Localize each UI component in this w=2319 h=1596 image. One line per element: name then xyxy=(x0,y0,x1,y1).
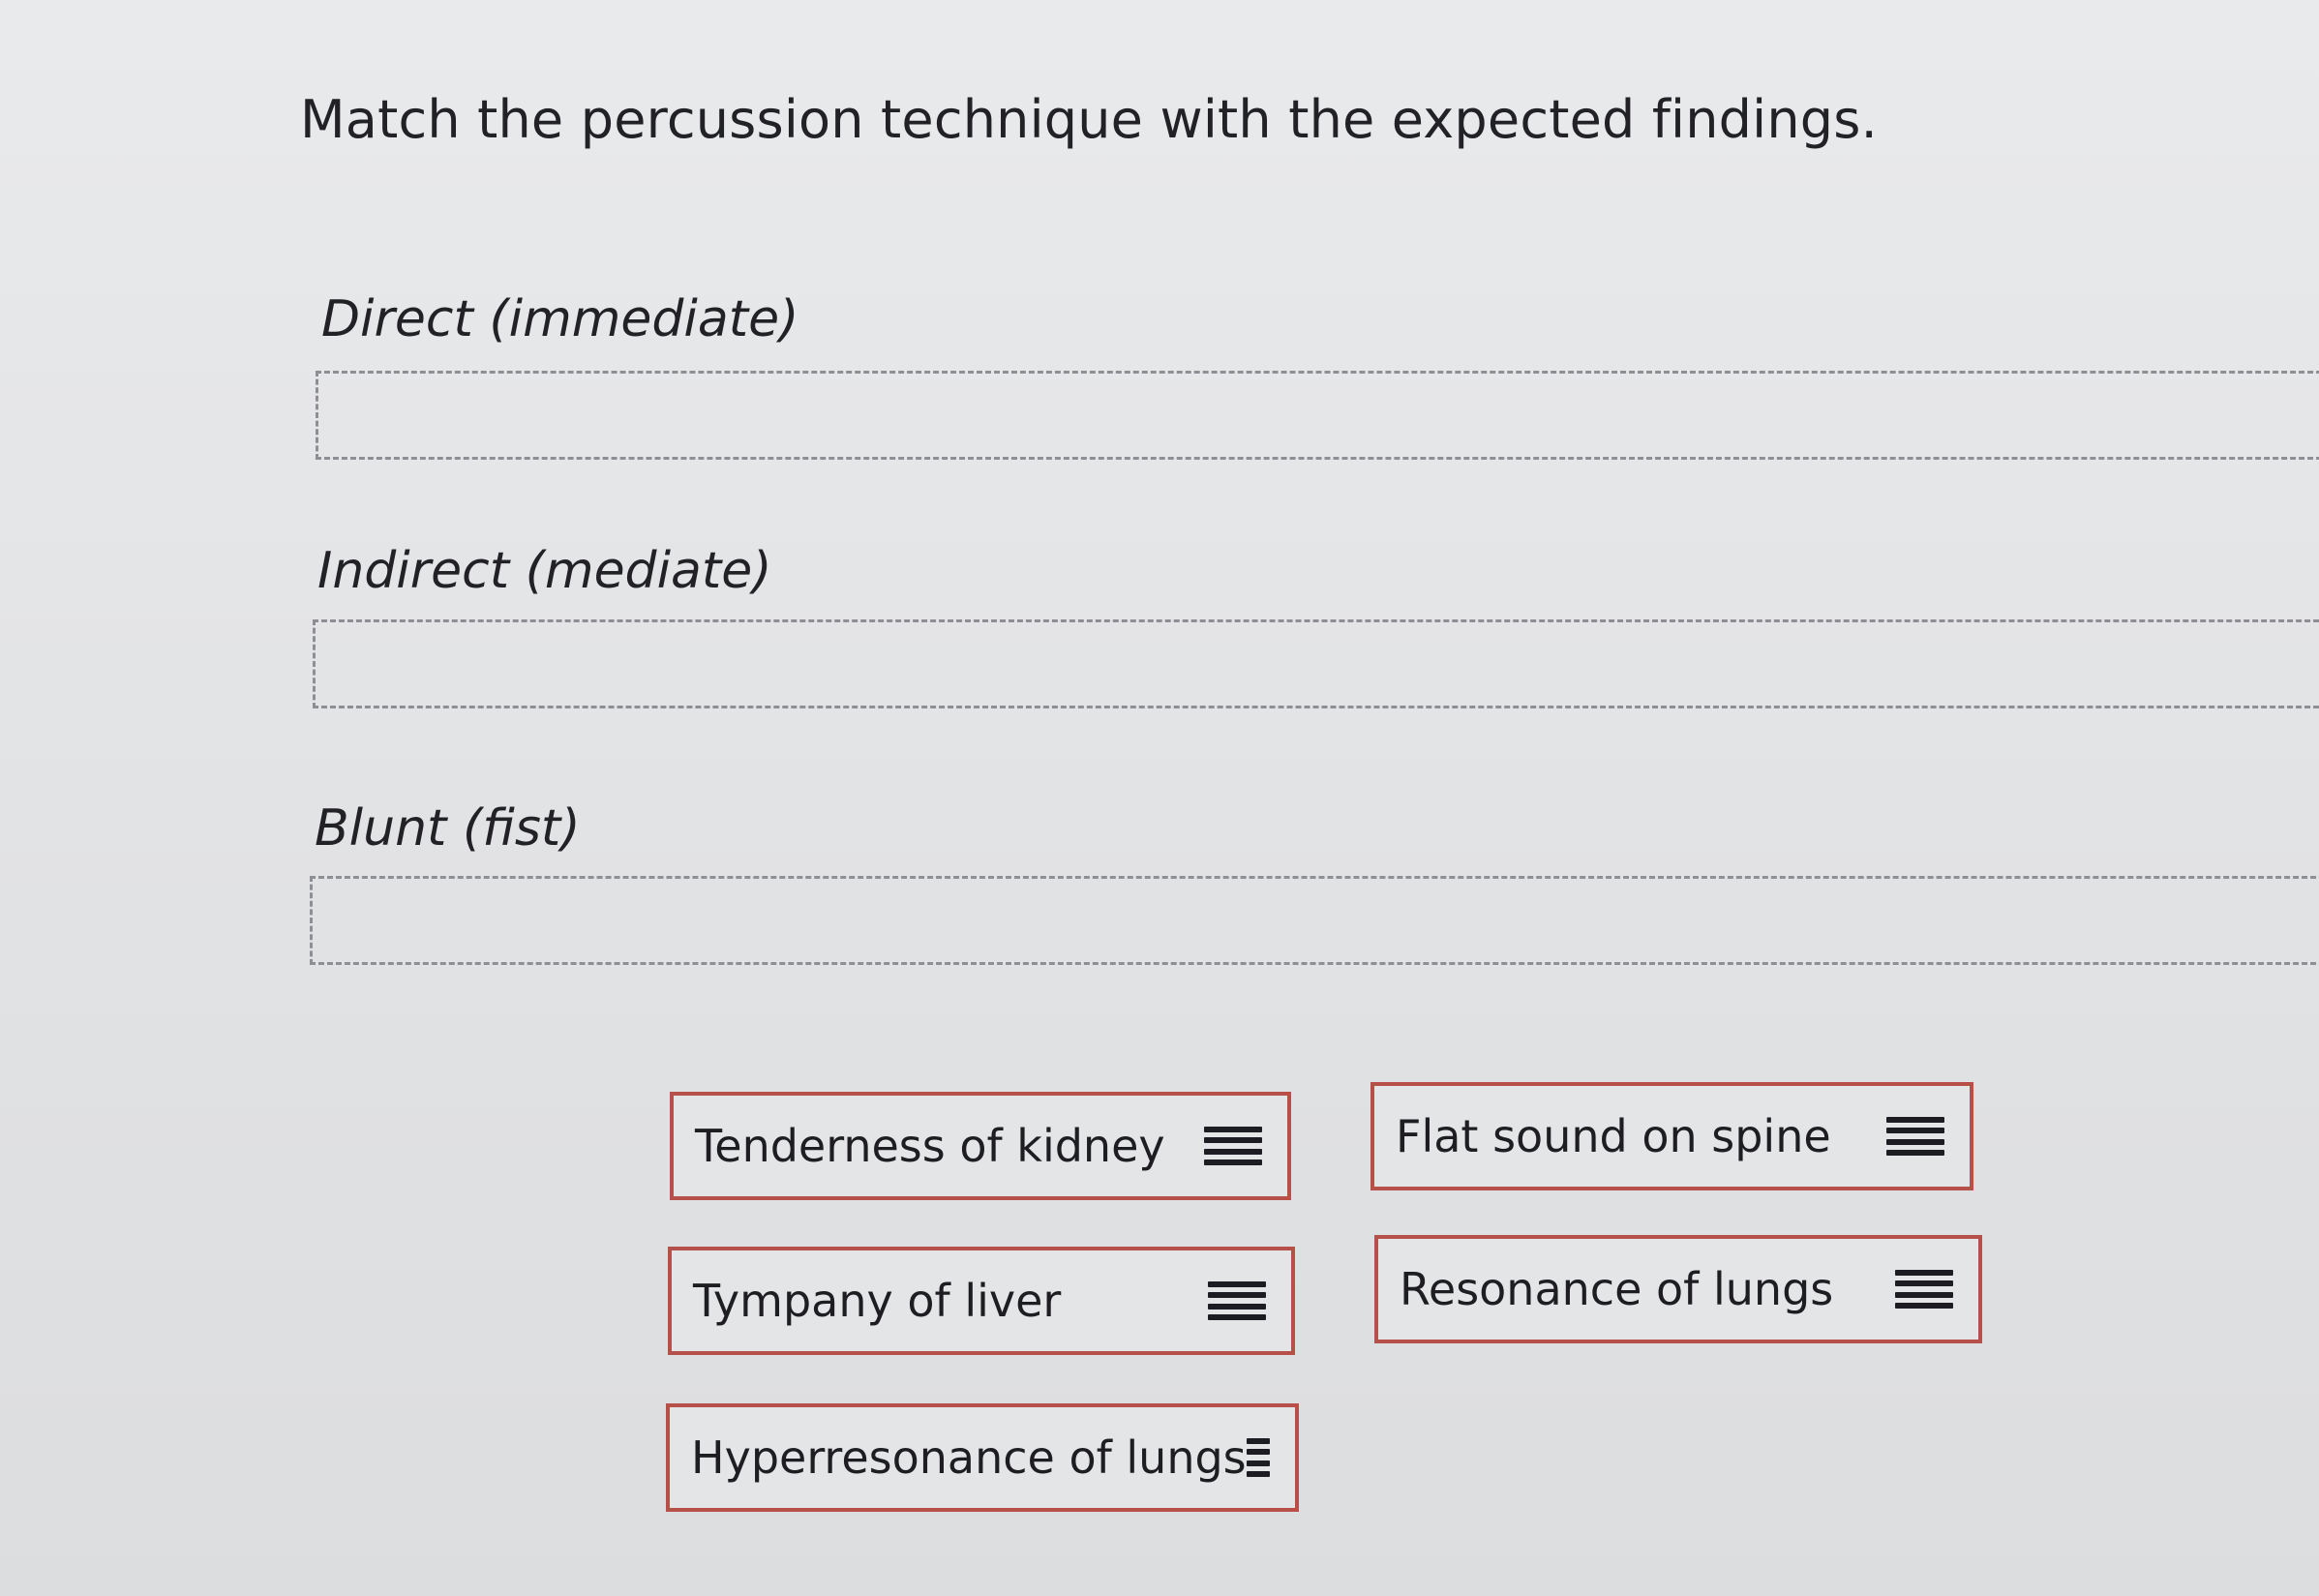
target-label-indirect: Indirect (mediate) xyxy=(317,542,772,600)
drag-handle-icon[interactable] xyxy=(1886,1117,1944,1156)
drag-handle-icon[interactable] xyxy=(1208,1281,1266,1320)
option-label: Hyperresonance of lungs xyxy=(691,1431,1247,1484)
option-card-hyperresonance-of-lungs[interactable]: Hyperresonance of lungs xyxy=(666,1403,1299,1512)
option-label: Tenderness of kidney xyxy=(695,1120,1165,1172)
question-text: Match the percussion technique with the … xyxy=(300,89,1878,150)
option-card-resonance-of-lungs[interactable]: Resonance of lungs xyxy=(1374,1235,1982,1343)
matching-question-page: Match the percussion technique with the … xyxy=(0,0,2319,1596)
option-label: Tympany of liver xyxy=(693,1275,1062,1327)
option-card-flat-sound-on-spine[interactable]: Flat sound on spine xyxy=(1370,1082,1973,1190)
target-label-direct: Direct (immediate) xyxy=(321,290,799,348)
option-label: Resonance of lungs xyxy=(1400,1263,1834,1315)
dropzone-direct[interactable] xyxy=(316,371,2319,460)
target-label-blunt: Blunt (fist) xyxy=(315,799,581,858)
option-card-tympany-of-liver[interactable]: Tympany of liver xyxy=(668,1247,1295,1355)
option-label: Flat sound on spine xyxy=(1396,1110,1831,1162)
option-card-tenderness-of-kidney[interactable]: Tenderness of kidney xyxy=(670,1092,1291,1200)
drag-handle-icon[interactable] xyxy=(1895,1270,1953,1309)
dropzone-blunt[interactable] xyxy=(310,876,2319,965)
dropzone-indirect[interactable] xyxy=(313,619,2319,708)
drag-handle-icon[interactable] xyxy=(1246,1438,1270,1477)
drag-handle-icon[interactable] xyxy=(1204,1127,1262,1165)
